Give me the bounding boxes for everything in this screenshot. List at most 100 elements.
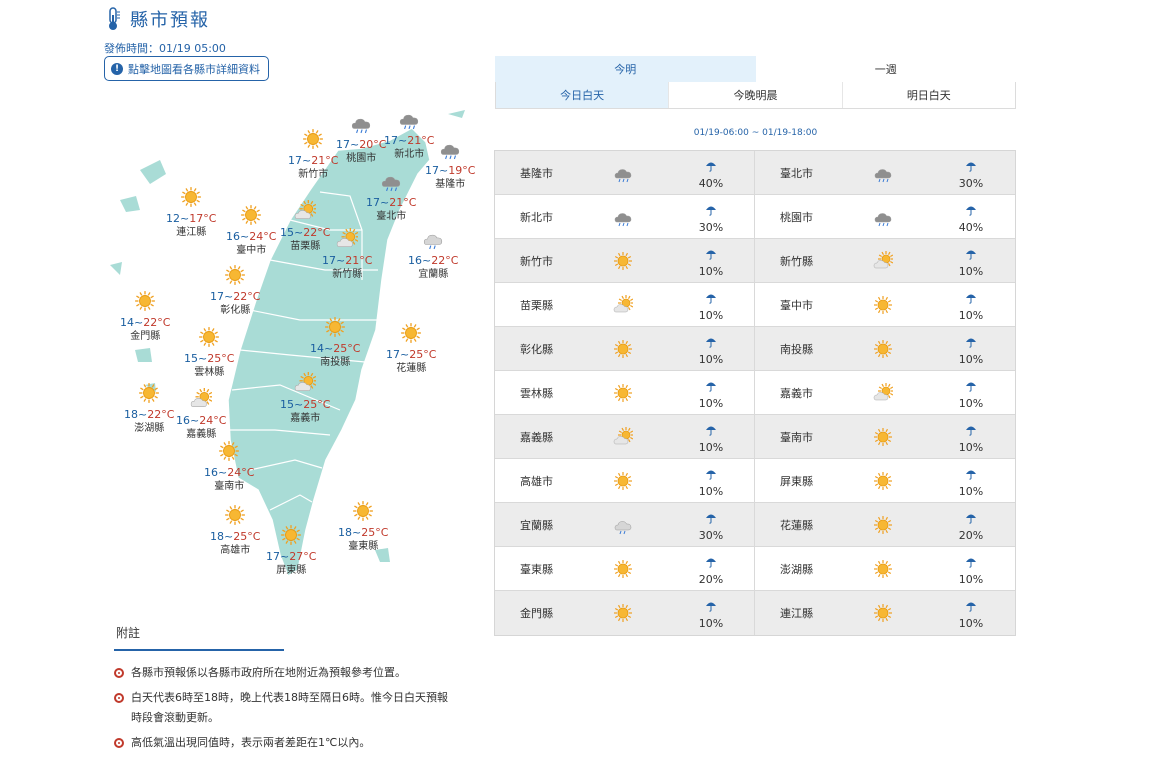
map-city-20[interactable]: 17~27°C 屏東縣 [266,524,316,577]
city-cell[interactable]: 金門縣 10% [495,591,755,635]
city-cell[interactable]: 苗栗縣 10% [495,283,755,326]
forecast-tabs: 今明 一週 今日白天 今晚明晨 明日白天 [495,56,1016,109]
map-city-12[interactable]: 14~25°C 南投縣 [310,316,360,369]
map-temp: 18~25°C [338,526,389,539]
map-city-13[interactable]: 17~25°C 花蓮縣 [386,322,436,375]
city-cell[interactable]: 臺東縣 20% [495,547,755,590]
tab-tomorrow-day[interactable]: 明日白天 [843,82,1015,108]
umbrella-icon [705,245,717,264]
city-cell[interactable]: 彰化縣 10% [495,327,755,370]
map-city-name: 嘉義市 [290,413,321,424]
map-city-10[interactable]: 17~22°C 彰化縣 [210,264,260,317]
city-cell[interactable]: 雲林縣 10% [495,371,755,414]
cloudy-rain-icon [613,163,633,187]
map-city-11[interactable]: 14~22°C 金門縣 [120,290,170,343]
map-city-17[interactable]: 16~24°C 嘉義縣 [176,388,226,441]
forecast-table: 基隆市 40% 臺北市 30% 新北市 30% 桃園市 40% 新竹市 10% 新竹縣 10% 苗栗縣 1… [494,150,1016,636]
publish-time: 發佈時間：01/19 05:00 [104,42,226,55]
page-title: 縣市預報 [130,10,210,31]
city-cell[interactable]: 桃園市 40% [755,195,1015,238]
city-cell[interactable]: 臺中市 10% [755,283,1015,326]
bullet-icon [114,693,124,703]
city-name: 臺中市 [780,298,813,312]
city-cell[interactable]: 宜蘭縣 30% [495,503,755,546]
tab-tonight[interactable]: 今晚明晨 [669,82,843,108]
city-cell[interactable]: 臺南市 10% [755,415,1015,458]
cloudy-rain-icon [425,138,475,163]
city-cell[interactable]: 高雄市 10% [495,459,755,502]
tab-today-day[interactable]: 今日白天 [496,82,670,108]
city-name: 嘉義市 [780,386,813,400]
sunny-icon [204,440,254,465]
cloudy-rain-light-icon [613,515,633,539]
map-city-14[interactable]: 15~25°C 雲林縣 [184,326,234,379]
map-temp: 16~24°C [226,230,277,243]
rain-probability: 10% [943,421,999,454]
city-cell[interactable]: 連江縣 10% [755,591,1015,635]
map-city-name: 南投縣 [320,357,351,368]
umbrella-icon [965,289,977,308]
partly-cloudy-icon [613,427,634,451]
sunny-icon [613,383,633,407]
city-cell[interactable]: 嘉義縣 10% [495,415,755,458]
city-cell[interactable]: 基隆市 40% [495,151,755,194]
map-city-15[interactable]: 15~25°C 嘉義市 [280,372,330,425]
map-city-3[interactable]: 17~21°C 新竹市 [288,128,338,181]
city-cell[interactable]: 花蓮縣 20% [755,503,1015,546]
map-city-name: 宜蘭縣 [418,269,449,280]
city-name: 桃園市 [780,210,813,224]
map-temp: 17~21°C [288,154,339,167]
map-city-name: 臺南市 [214,481,245,492]
map-city-0[interactable]: 17~20°C 桃園市 [336,112,386,165]
city-cell[interactable]: 嘉義市 10% [755,371,1015,414]
map-city-6[interactable]: 16~24°C 臺中市 [226,204,276,257]
map-temp: 17~25°C [386,348,437,361]
map-city-5[interactable]: 12~17°C 連江縣 [166,186,216,239]
cloudy-rain-icon [873,207,893,231]
map-city-19[interactable]: 18~25°C 高雄市 [210,504,260,557]
partly-cloudy-icon [873,251,894,275]
sunny-icon [184,326,234,351]
table-row: 金門縣 10% 連江縣 10% [495,591,1015,635]
umbrella-icon [705,201,717,220]
city-name: 花蓮縣 [780,518,813,532]
map-temp: 18~22°C [124,408,175,421]
city-cell[interactable]: 屏東縣 10% [755,459,1015,502]
city-name: 連江縣 [780,607,813,620]
partly-cloudy-icon [873,383,894,407]
tab-today-tomorrow[interactable]: 今明 [495,56,756,82]
cloudy-rain-icon [366,170,416,195]
sunny-icon [166,186,216,211]
taiwan-map[interactable]: 17~20°C 桃園市 17~21°C 新北市 17~19°C 基隆市 17~21°C 新竹市… [100,100,480,590]
cloudy-rain-icon [384,108,434,133]
map-city-9[interactable]: 16~22°C 宜蘭縣 [408,228,458,281]
city-name: 高雄市 [520,474,553,488]
map-hint-label: 點擊地圖看各縣市詳細資料 [128,62,260,76]
table-row: 雲林縣 10% 嘉義市 10% [495,371,1015,415]
map-city-8[interactable]: 17~21°C 新竹縣 [322,228,372,281]
page-header: 縣市預報 [104,6,210,32]
city-cell[interactable]: 新北市 30% [495,195,755,238]
city-cell[interactable]: 澎湖縣 10% [755,547,1015,590]
map-city-16[interactable]: 18~22°C 澎湖縣 [124,382,174,435]
map-city-name: 金門縣 [130,331,161,342]
sunny-icon [266,524,316,549]
map-city-18[interactable]: 16~24°C 臺南市 [204,440,254,493]
sunny-icon [873,603,893,627]
map-city-21[interactable]: 18~25°C 臺東縣 [338,500,388,553]
city-cell[interactable]: 臺北市 30% [755,151,1015,194]
city-cell[interactable]: 南投縣 10% [755,327,1015,370]
city-cell[interactable]: 新竹縣 10% [755,239,1015,282]
map-hint-button[interactable]: ! 點擊地圖看各縣市詳細資料 [104,56,269,81]
bullet-icon [114,668,124,678]
city-cell[interactable]: 新竹市 10% [495,239,755,282]
map-city-name: 基隆市 [435,179,466,190]
tab-week[interactable]: 一週 [756,56,1017,82]
map-city-name: 桃園市 [346,153,377,164]
map-city-2[interactable]: 17~19°C 基隆市 [425,138,475,191]
rain-probability: 40% [683,157,739,190]
sunny-icon [873,339,893,363]
map-temp: 17~20°C [336,138,387,151]
umbrella-icon [965,553,977,572]
map-city-4[interactable]: 17~21°C 臺北市 [366,170,416,223]
